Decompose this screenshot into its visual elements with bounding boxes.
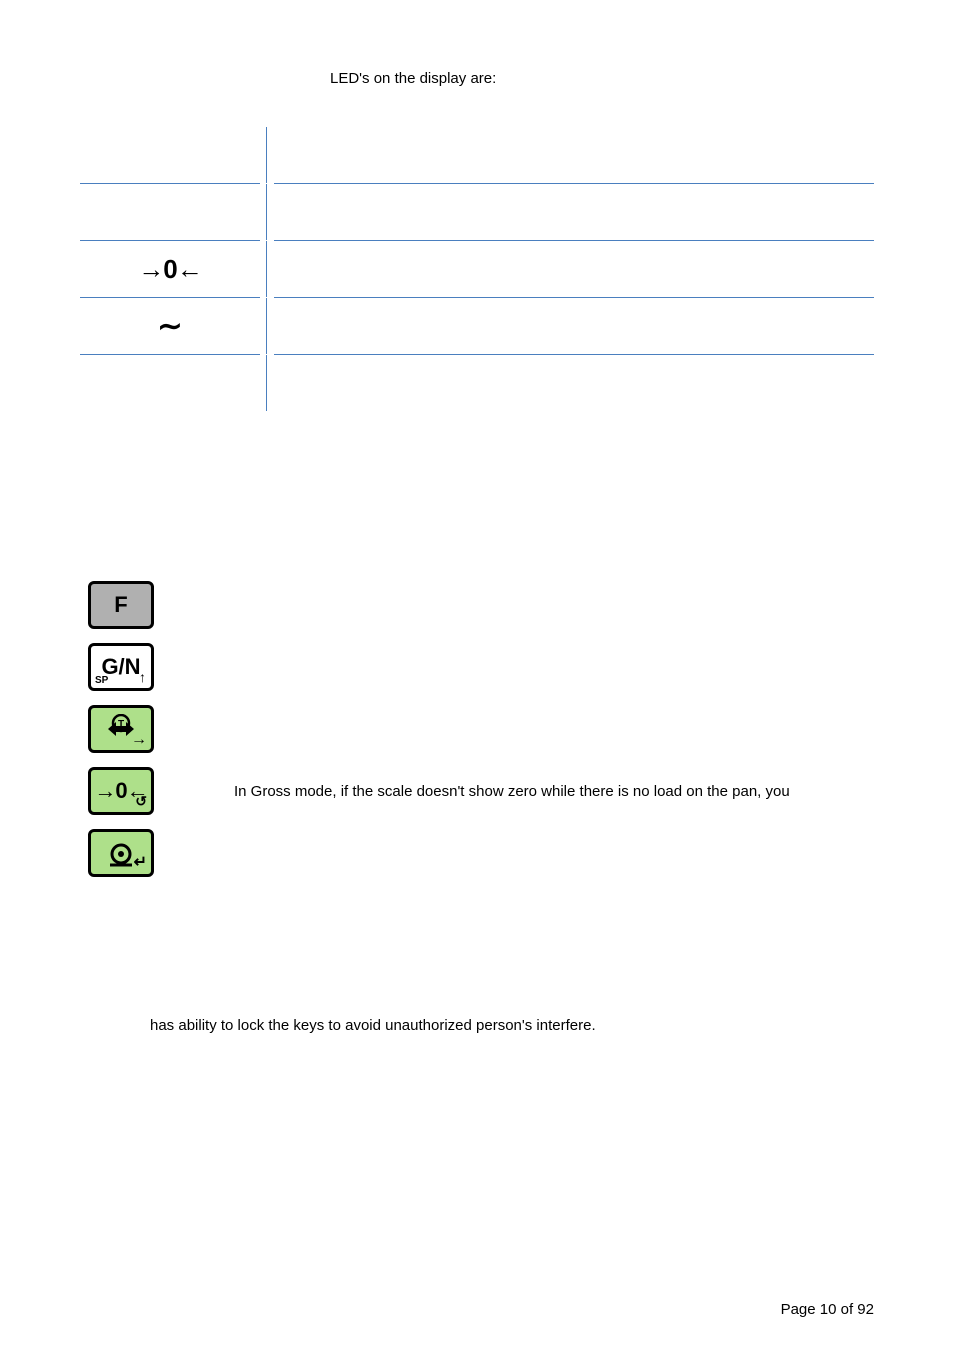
page-number: Page 10 of 92 [781, 1301, 874, 1318]
f-key: F [88, 581, 154, 629]
table-divider [266, 355, 267, 411]
zero-indicator-icon: →0← [138, 254, 201, 285]
table-divider [266, 298, 267, 354]
zero-key: →0← ↺ [88, 767, 154, 815]
tare-key: T → [88, 705, 154, 753]
sp-label: SP [95, 675, 108, 686]
key-row-zero: →0← ↺ In Gross mode, if the scale doesn'… [80, 767, 874, 815]
table-row [80, 127, 874, 183]
table-row [80, 355, 874, 411]
svg-text:T: T [118, 719, 124, 730]
symbol-cell-motion: ∼ [80, 309, 260, 344]
motion-indicator-icon: ∼ [157, 309, 182, 344]
key-row-tare: T → [80, 705, 874, 753]
table-divider [266, 127, 267, 183]
f-key-label: F [114, 592, 127, 618]
table-divider [266, 184, 267, 240]
key-row-power: ↵ [80, 829, 874, 877]
enter-icon: ↵ [134, 852, 147, 872]
right-arrow-icon: → [131, 731, 147, 749]
up-arrow-icon: ↑ [139, 669, 146, 685]
lock-text: has ability to lock the keys to avoid un… [150, 1017, 874, 1034]
keys-section: F G/N SP ↑ T → →0← [80, 581, 874, 877]
key-row-f: F [80, 581, 874, 629]
symbol-cell-zero: →0← [80, 254, 260, 285]
table-divider [266, 241, 267, 297]
intro-text: LED's on the display are: [330, 70, 874, 87]
zero-key-desc: In Gross mode, if the scale doesn't show… [234, 783, 790, 800]
gn-key: G/N SP ↑ [88, 643, 154, 691]
power-key: ↵ [88, 829, 154, 877]
led-table: →0← ∼ [80, 127, 874, 411]
key-row-gn: G/N SP ↑ [80, 643, 874, 691]
table-row [80, 184, 874, 240]
table-row: →0← [80, 241, 874, 297]
table-row: ∼ [80, 298, 874, 354]
loop-icon: ↺ [135, 793, 147, 810]
